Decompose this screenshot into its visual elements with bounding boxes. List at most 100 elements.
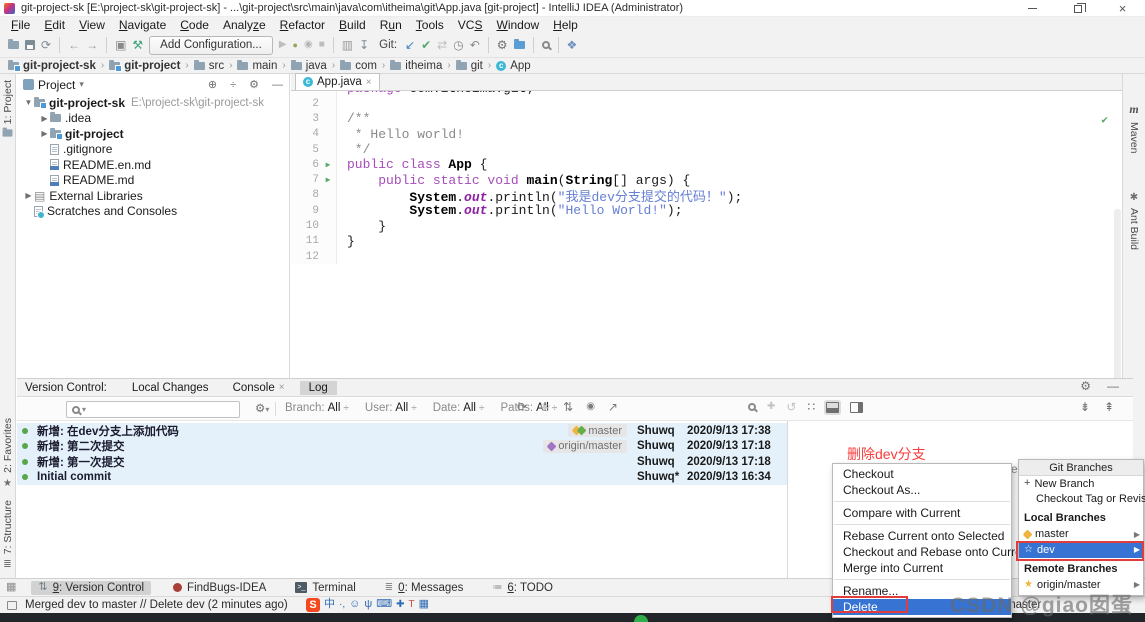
hide-panel-icon[interactable]: — [272, 79, 283, 91]
menu-item-compare-with-current[interactable]: Compare with Current [833, 505, 1011, 521]
menu-run[interactable]: Run [373, 18, 409, 32]
menu-tools[interactable]: Tools [409, 18, 451, 32]
commit-row[interactable]: 新增: 在dev分支上添加代码 master Shuwq 2020/9/13 17:3… [17, 423, 787, 439]
profiler-icon[interactable]: ▥ [342, 39, 353, 51]
crumb-git-project-sk[interactable]: git-project-sk [8, 59, 96, 72]
mic-icon[interactable]: ψ [364, 599, 372, 610]
cherry-pick-icon[interactable]: ❀ [540, 401, 550, 413]
toolbox-icon[interactable]: ✚ [396, 599, 404, 610]
code-area[interactable]: 1package com.itheima.git; 23/**4 * Hello… [291, 91, 1122, 395]
toolwindow-0-messages[interactable]: ≣ 0: Messages [378, 581, 471, 595]
tree-item-readme-md[interactable]: README.md [17, 173, 289, 189]
menu-window[interactable]: Window [489, 18, 546, 32]
chevron-down-icon[interactable]: ▼ [23, 98, 34, 107]
menu-code[interactable]: Code [173, 18, 216, 32]
filter-gear-icon[interactable]: ⚙▾ [255, 401, 269, 415]
history-icon[interactable]: ◷ [453, 39, 463, 51]
filter-date[interactable]: Date: All [433, 402, 485, 414]
stripe-item-favorites[interactable]: 2: Favorites ★ [0, 418, 15, 489]
search-icon[interactable] [748, 403, 756, 411]
sdk-icon[interactable]: ❖ [567, 39, 578, 51]
minimize-button[interactable] [1010, 0, 1055, 17]
menu-file[interactable]: File [4, 18, 37, 32]
tree-item-git-project[interactable]: ▶ git-project [17, 126, 289, 142]
chevron-right-icon[interactable]: ▶ [39, 129, 50, 138]
commit-row[interactable]: 新增: 第二次提交 origin/master Shuwq 2020/9/13 17:… [17, 438, 787, 454]
rollback-icon[interactable]: ↶ [470, 39, 480, 51]
tree-item-git-project-sk[interactable]: ▼ git-project-sk E:\project-sk\git-project… [17, 95, 289, 111]
update-project-icon[interactable]: ↙ [405, 39, 415, 51]
add-configuration-button[interactable]: Add Configuration... [149, 35, 273, 55]
menu-item-checkout-and-rebase-onto-current[interactable]: Checkout and Rebase onto Current [833, 544, 1032, 560]
toolwindow-findbugs-idea[interactable]: FindBugs-IDEA [166, 581, 273, 595]
popup-item-new-branch[interactable]: + New Branch [1019, 476, 1143, 492]
editor-scrollbar[interactable] [1114, 209, 1121, 395]
layout-right-icon[interactable] [850, 401, 864, 413]
attach-icon[interactable]: ↧ [359, 39, 369, 51]
commit-row[interactable]: Initial commit Shuwq* 2020/9/13 16:34 [17, 469, 787, 485]
menu-item-rebase-current-onto-selected[interactable]: Rebase Current onto Selected [833, 528, 1011, 544]
stripe-item-ant[interactable]: ✱ Ant Build [1123, 192, 1145, 250]
undo-icon[interactable]: ↺ [786, 401, 796, 413]
event-log-icon[interactable] [7, 601, 17, 610]
emoji-icon[interactable]: ☺ [349, 599, 360, 610]
open-icon[interactable] [8, 39, 19, 49]
log-search-input[interactable]: ▾ [66, 401, 240, 418]
crumb-java[interactable]: java [290, 59, 327, 72]
presentation-settings-icon[interactable]: ∷ [807, 401, 815, 413]
toolwindow-6-todo[interactable]: ≔ 6: TODO [485, 581, 560, 595]
menu-view[interactable]: View [72, 18, 112, 32]
stripe-item-project[interactable]: 1: Project [0, 80, 15, 137]
menu-navigate[interactable]: Navigate [112, 18, 173, 32]
save-icon[interactable] [25, 40, 35, 50]
vcs-tab-log[interactable]: Log [299, 380, 337, 395]
menu-help[interactable]: Help [546, 18, 585, 32]
toolwindow-switcher-icon[interactable]: ▦ [6, 582, 16, 593]
inspections-ok-icon[interactable]: ✔ [1101, 113, 1108, 127]
menu-analyze[interactable]: Analyze [216, 18, 273, 32]
chevron-right-icon[interactable]: ▶ [23, 191, 34, 200]
tree-item--idea[interactable]: ▶ .idea [17, 111, 289, 127]
crumb-git[interactable]: git [455, 59, 483, 72]
taskbar-green-icon[interactable] [634, 615, 648, 622]
toolwindow-9-version-control[interactable]: ⇅ 9: Version Control [31, 580, 152, 595]
build-hammer-icon[interactable]: ⚒ [132, 39, 143, 51]
stripe-item-structure[interactable]: 7: Structure ≣ [0, 500, 15, 570]
crumb-main[interactable]: main [237, 59, 277, 72]
coverage-icon[interactable]: ◉ [304, 40, 313, 50]
collapse-all-icon[interactable]: ÷ [230, 79, 236, 91]
commit-row[interactable]: 新增: 第一次提交 Shuwq 2020/9/13 17:18 [17, 454, 787, 470]
chinese-mode-icon[interactable]: 中 [324, 599, 335, 610]
crumb-git-project[interactable]: git-project [109, 59, 180, 72]
forward-icon[interactable]: → [86, 39, 98, 51]
layout-bottom-icon[interactable] [826, 401, 840, 413]
run-gutter-icon[interactable]: ▶ [319, 175, 337, 185]
search-everywhere-icon[interactable] [541, 41, 550, 49]
compare-icon[interactable]: ⇄ [437, 39, 447, 51]
tree-item--gitignore[interactable]: .gitignore [17, 142, 289, 158]
locate-file-icon[interactable]: ⊕ [208, 78, 217, 91]
project-view-selector[interactable]: Project [38, 78, 75, 92]
tree-item-scratches-and-consoles[interactable]: Scratches and Consoles [17, 204, 289, 220]
tab-app-java[interactable]: c App.java × [295, 73, 380, 90]
toolwindow-terminal[interactable]: >_ Terminal [288, 581, 362, 595]
menu-item-checkout[interactable]: Checkout [833, 466, 1011, 482]
run-gutter-icon[interactable]: ▶ [319, 160, 337, 170]
menu-build[interactable]: Build [332, 18, 373, 32]
sogou-icon[interactable]: S [306, 597, 320, 612]
vcs-tab-console[interactable]: Console × [224, 381, 294, 395]
chevron-right-icon[interactable]: ▶ [39, 114, 50, 123]
keyboard-icon[interactable]: ⌨ [376, 599, 392, 610]
sort-icon[interactable]: ⇅ [563, 401, 573, 413]
menu-item-merge-into-current[interactable]: Merge into Current [833, 560, 1011, 576]
stripe-item-maven[interactable]: m Maven [1123, 102, 1145, 154]
filter-branch[interactable]: Branch: All [285, 402, 349, 414]
menu-item-checkout-as-[interactable]: Checkout As... [833, 482, 1011, 498]
close-tab-icon[interactable]: × [366, 77, 372, 88]
crumb-src[interactable]: src [193, 59, 224, 72]
menu-edit[interactable]: Edit [37, 18, 72, 32]
filter-user[interactable]: User: All [365, 402, 417, 414]
popup-item-checkout-tag-or-revision-[interactable]: Checkout Tag or Revision... [1019, 492, 1145, 508]
tree-item-readme-en-md[interactable]: README.en.md [17, 157, 289, 173]
crumb-itheima[interactable]: itheima [390, 59, 442, 72]
